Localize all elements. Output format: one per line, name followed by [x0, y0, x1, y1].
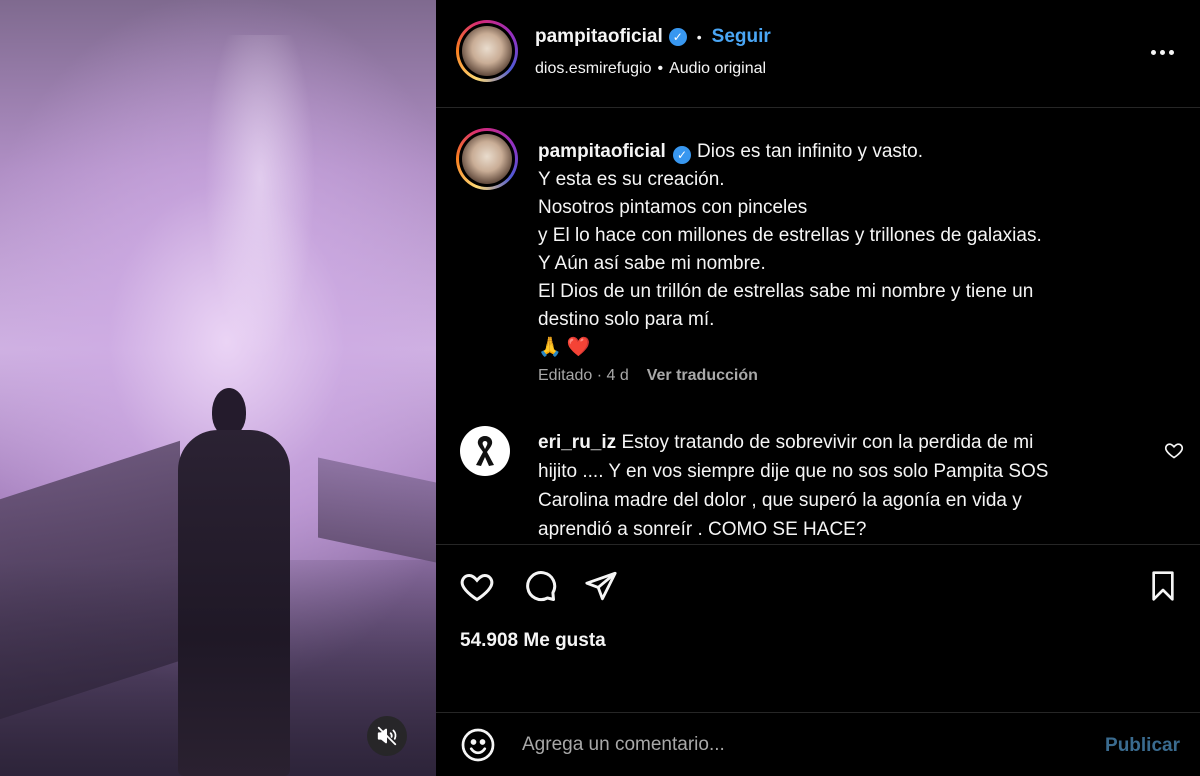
comment-item: eri_ru_iz Estoy tratando de sobrevivir c…: [436, 420, 1200, 544]
follow-button[interactable]: Seguir: [712, 26, 771, 48]
caption-text: pampitaoficial ✓ Dios es tan infinito y v…: [538, 138, 1138, 362]
separator-dot: •: [657, 60, 664, 77]
save-button[interactable]: [1144, 567, 1182, 605]
author-avatar[interactable]: [456, 20, 518, 82]
send-icon: [585, 571, 617, 601]
post-header: pampitaoficial ✓ • Seguir dios.esmirefug…: [436, 0, 1200, 108]
publish-button[interactable]: Publicar: [1105, 735, 1180, 757]
add-comment-bar: Publicar: [436, 712, 1200, 776]
caption-line: Y Aún así sabe mi nombre.: [538, 253, 766, 274]
muted-speaker-icon: [377, 726, 397, 746]
audio-line: dios.esmirefugio • Audio original: [535, 60, 766, 78]
post-caption: pampitaoficial ✓ Dios es tan infinito y v…: [436, 108, 1200, 398]
heart-icon: [460, 573, 494, 602]
caption-line: destino solo para mí.: [538, 309, 715, 330]
verified-badge-icon: ✓: [668, 28, 687, 46]
commenter-username[interactable]: eri_ru_iz: [538, 432, 616, 453]
comment-body: eri_ru_iz Estoy tratando de sobrevivir c…: [538, 428, 1118, 544]
comment-icon: [526, 571, 557, 602]
person-head: [212, 388, 246, 436]
caption-line: y El lo hace con millones de estrellas y…: [538, 225, 1042, 246]
caption-line: Dios es tan infinito y vasto.: [697, 141, 924, 162]
caption-line: Y esta es su creación.: [538, 169, 725, 190]
share-button[interactable]: [582, 567, 620, 605]
caption-line: Nosotros pintamos con pinceles: [538, 197, 808, 218]
action-bar: [436, 544, 1200, 624]
caption-line: El Dios de un trillón de estrellas sabe …: [538, 281, 1034, 302]
comment-input[interactable]: [522, 729, 1062, 761]
statue-silhouette: [205, 35, 315, 395]
post-media-video[interactable]: [0, 0, 436, 776]
mute-button[interactable]: [367, 716, 407, 756]
like-button[interactable]: [458, 567, 496, 605]
comment-text-line: hijito .... Y en vos siempre dije que no…: [538, 461, 1049, 482]
comment-button[interactable]: [521, 567, 559, 605]
person-body: [178, 430, 290, 776]
more-options-icon[interactable]: [1146, 38, 1178, 66]
caption-emojis: 🙏 ❤️: [538, 337, 591, 358]
audio-account-link[interactable]: dios.esmirefugio: [535, 60, 652, 78]
caption-meta: Editado · 4 d Ver traducción: [538, 367, 758, 385]
caption-author-avatar[interactable]: [456, 128, 518, 190]
author-line: pampitaoficial ✓ • Seguir: [535, 26, 771, 48]
post-details-panel: pampitaoficial ✓ • Seguir dios.esmirefug…: [436, 0, 1200, 776]
comment-text-line: Estoy tratando de sobrevivir con la perd…: [621, 432, 1034, 453]
author-username[interactable]: pampitaoficial: [535, 26, 663, 48]
bookmark-icon: [1152, 571, 1174, 601]
edited-timestamp[interactable]: Editado · 4 d: [538, 367, 629, 385]
comment-heart-icon[interactable]: [1164, 440, 1184, 460]
emoji-icon[interactable]: [460, 727, 496, 763]
comment-text-line: Carolina madre del dolor , que superó la…: [538, 490, 1022, 511]
likes-count[interactable]: 54.908 Me gusta: [460, 630, 606, 652]
mourning-ribbon-icon: [476, 436, 494, 466]
verified-badge-icon: ✓: [673, 146, 692, 164]
separator-dot: •: [696, 29, 702, 45]
commenter-avatar[interactable]: [460, 426, 510, 476]
see-translation-link[interactable]: Ver traducción: [647, 367, 758, 385]
balustrade-right: [318, 457, 436, 563]
person-silhouette: [172, 388, 294, 776]
caption-author-username[interactable]: pampitaoficial: [538, 141, 666, 162]
comment-text-line: aprendió a sonreír . COMO SE HACE?: [538, 519, 867, 540]
audio-label-link[interactable]: Audio original: [669, 60, 766, 78]
